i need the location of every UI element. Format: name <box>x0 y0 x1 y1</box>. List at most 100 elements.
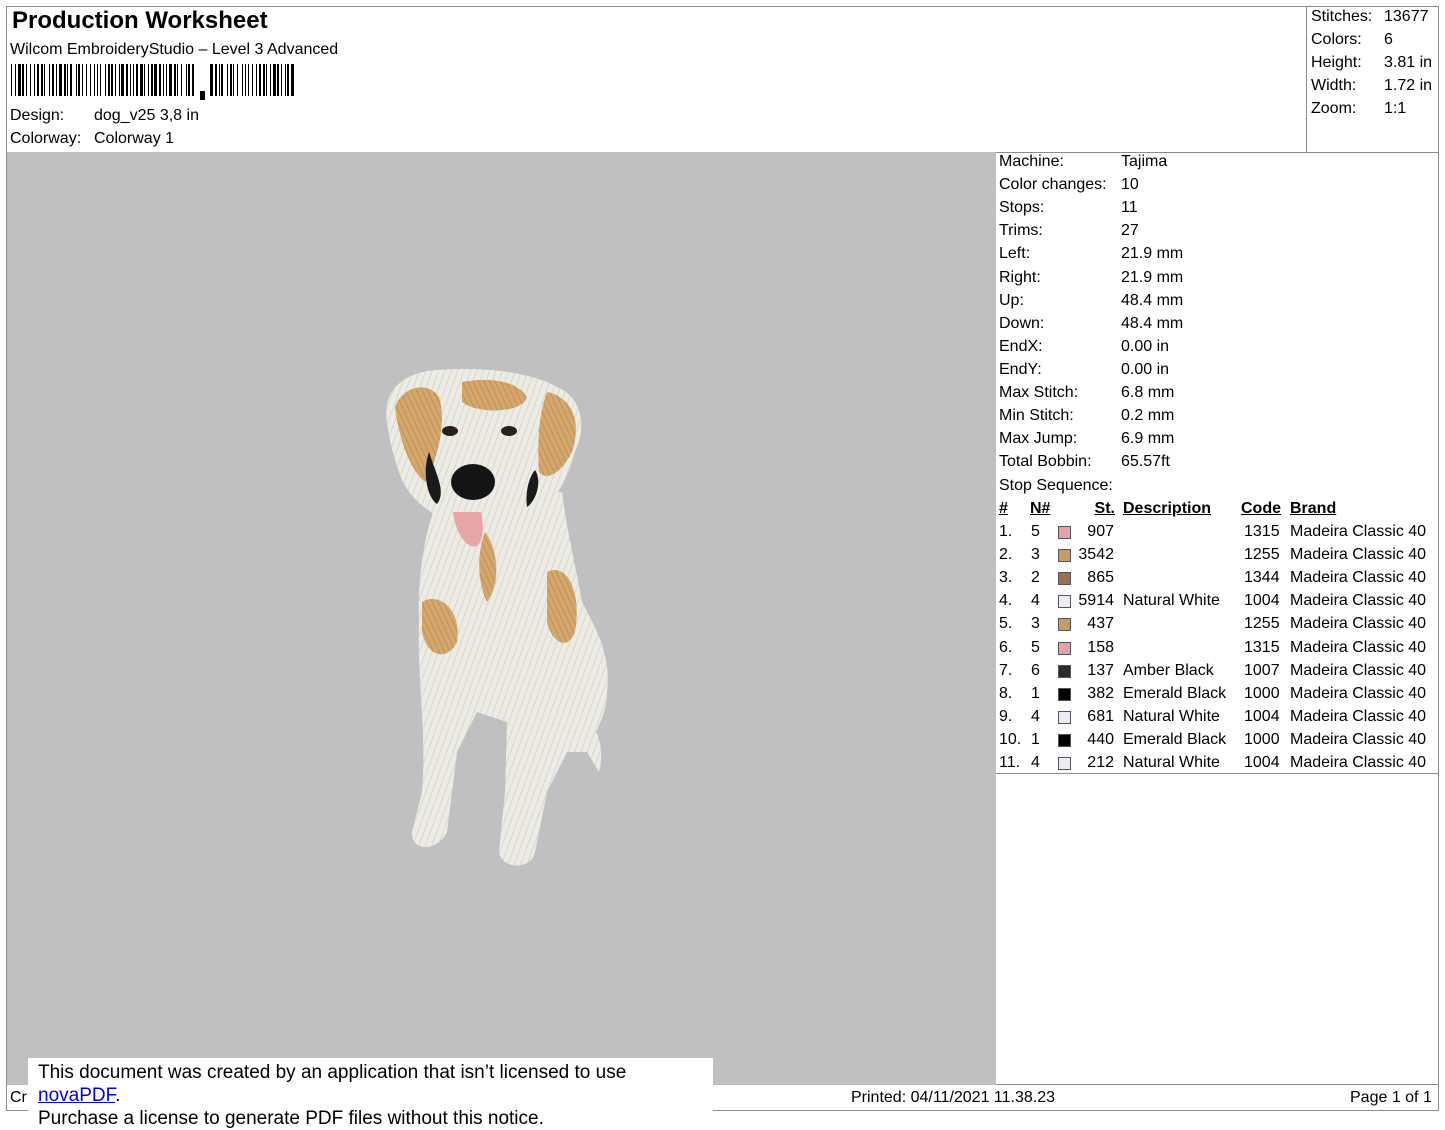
machine-info-value: 0.2 mm <box>1121 407 1175 425</box>
machine-info-row: Min Stitch: 0.2 mm <box>999 407 1429 430</box>
stitch-count: 437 <box>1087 615 1114 633</box>
stop-sequence-row: 8. 1 382 Emerald Black 1000 Madeira Classic 4… <box>999 685 1435 708</box>
thread-code: 1004 <box>1244 592 1280 610</box>
notice-line-1: This document was created by an applicat… <box>38 1061 713 1107</box>
barcode <box>11 64 294 100</box>
thread-brand: Madeira Classic 40 <box>1290 730 1427 748</box>
row-number: 4. <box>999 592 1013 610</box>
summary-label: Colors: <box>1311 31 1362 48</box>
thread-description: Emerald Black <box>1123 684 1227 702</box>
thread-code: 1004 <box>1244 754 1280 771</box>
colorway-value: Colorway 1 <box>94 130 175 147</box>
needle-number: 3 <box>1031 615 1040 633</box>
machine-info-row: Stops: 11 <box>999 199 1429 222</box>
machine-info-value: Tajima <box>1121 153 1168 170</box>
needle-number: 1 <box>1031 730 1040 748</box>
stop-sequence-row: 6. 5 158 1315 Madeira Classic 40 <box>999 639 1435 662</box>
col-header-brand: Brand <box>1290 500 1337 517</box>
color-swatch <box>1058 664 1071 678</box>
machine-info-row: Max Jump: 6.9 mm <box>999 430 1429 453</box>
thread-code: 1315 <box>1244 638 1280 656</box>
thread-brand: Madeira Classic 40 <box>1290 523 1427 540</box>
machine-info-label: Right: <box>999 268 1041 286</box>
thread-brand: Madeira Classic 40 <box>1290 569 1427 587</box>
row-number: 3. <box>999 569 1013 587</box>
machine-info-row: Machine: Tajima <box>999 153 1429 176</box>
machine-info-value: 6.9 mm <box>1121 430 1175 448</box>
summary-row: Stitches: 13677 <box>1311 8 1435 31</box>
color-swatch <box>1058 710 1071 724</box>
stitch-count: 212 <box>1087 754 1114 771</box>
design-preview <box>7 152 996 1085</box>
thread-description: Natural White <box>1123 592 1220 610</box>
needle-number: 3 <box>1031 546 1040 564</box>
thread-brand: Madeira Classic 40 <box>1290 707 1427 725</box>
summary-label: Stitches: <box>1311 8 1373 25</box>
thread-code: 1004 <box>1244 707 1280 725</box>
summary-row: Height: 3.81 in <box>1311 54 1435 77</box>
color-swatch <box>1058 618 1071 632</box>
stop-sequence-row: 10. 1 440 Emerald Black 1000 Madeira Classic … <box>999 731 1435 754</box>
machine-info-value: 65.57ft <box>1121 453 1170 471</box>
machine-info-value: 48.4 mm <box>1121 291 1184 309</box>
stitch-count: 137 <box>1087 661 1114 679</box>
thread-code: 1255 <box>1244 615 1280 633</box>
thread-brand: Madeira Classic 40 <box>1290 546 1427 564</box>
stop-sequence-row: 1. 5 907 1315 Madeira Classic 40 <box>999 523 1435 546</box>
machine-info-label: Down: <box>999 314 1045 332</box>
machine-info-row: Trims: 27 <box>999 222 1429 245</box>
machine-info-value: 48.4 mm <box>1121 314 1184 332</box>
color-swatch <box>1058 733 1071 747</box>
summary-label: Height: <box>1311 54 1362 71</box>
col-header-num: # <box>999 500 1008 517</box>
page-number: Page 1 of 1 <box>1350 1089 1432 1106</box>
stitch-count: 440 <box>1087 730 1114 748</box>
row-number: 5. <box>999 615 1013 633</box>
machine-info-row: Left: 21.9 mm <box>999 245 1429 268</box>
stop-sequence-row: 4. 4 5914 Natural White 1004 Madeira Classic … <box>999 592 1435 615</box>
thread-description: Amber Black <box>1123 661 1214 679</box>
machine-info-label: Min Stitch: <box>999 407 1074 425</box>
col-header-description: Description <box>1123 500 1212 517</box>
thread-brand: Madeira Classic 40 <box>1290 615 1427 633</box>
machine-info-label: Up: <box>999 291 1024 309</box>
machine-info-label: Max Jump: <box>999 430 1078 448</box>
machine-info-value: 27 <box>1121 222 1139 240</box>
page-title: Production Worksheet <box>12 7 268 34</box>
machine-info-value: 21.9 mm <box>1121 245 1184 263</box>
color-swatch <box>1058 595 1071 609</box>
machine-info-value: 0.00 in <box>1121 360 1170 378</box>
needle-number: 5 <box>1031 523 1040 540</box>
summary-row: Width: 1.72 in <box>1311 77 1435 100</box>
col-header-needle: N# <box>1030 500 1051 517</box>
row-number: 1. <box>999 523 1013 540</box>
row-number: 7. <box>999 661 1013 679</box>
machine-info-label: Trims: <box>999 222 1043 240</box>
machine-info-row: Up: 48.4 mm <box>999 292 1429 315</box>
stitch-count: 907 <box>1087 523 1114 540</box>
col-header-stitches: St. <box>1094 500 1115 517</box>
machine-info-label: Color changes: <box>999 176 1107 194</box>
novapdf-link[interactable]: novaPDF <box>38 1085 115 1106</box>
color-swatch <box>1058 572 1071 586</box>
notice-text: This document was created by an applicat… <box>38 1062 627 1083</box>
stop-sequence-row: 2. 3 3542 1255 Madeira Classic 40 <box>999 546 1435 569</box>
color-swatch <box>1058 687 1071 701</box>
needle-number: 6 <box>1031 661 1040 679</box>
machine-info-row: EndY: 0.00 in <box>999 361 1429 384</box>
design-value: dog_v25 3,8 in <box>94 107 199 124</box>
machine-info-label: EndY: <box>999 360 1042 378</box>
machine-info-row: EndX: 0.00 in <box>999 338 1429 361</box>
machine-info-label: Max Stitch: <box>999 384 1079 401</box>
color-swatch <box>1058 757 1071 770</box>
thread-brand: Madeira Classic 40 <box>1290 638 1427 656</box>
stop-sequence-row: 11. 4 212 Natural White 1004 Madeira Classic … <box>999 754 1435 777</box>
summary-value: 3.81 in <box>1384 54 1433 71</box>
software-subtitle: Wilcom EmbroideryStudio – Level 3 Advanc… <box>10 41 339 58</box>
stop-sequence-row: 7. 6 137 Amber Black 1007 Madeira Classic 40 <box>999 662 1435 685</box>
row-number: 11. <box>999 754 1021 771</box>
summary-value: 1.72 in <box>1384 77 1433 94</box>
footer-left-fragment: Cr <box>10 1089 27 1106</box>
barcode-comma <box>200 91 205 100</box>
notice-period: . <box>115 1085 121 1106</box>
